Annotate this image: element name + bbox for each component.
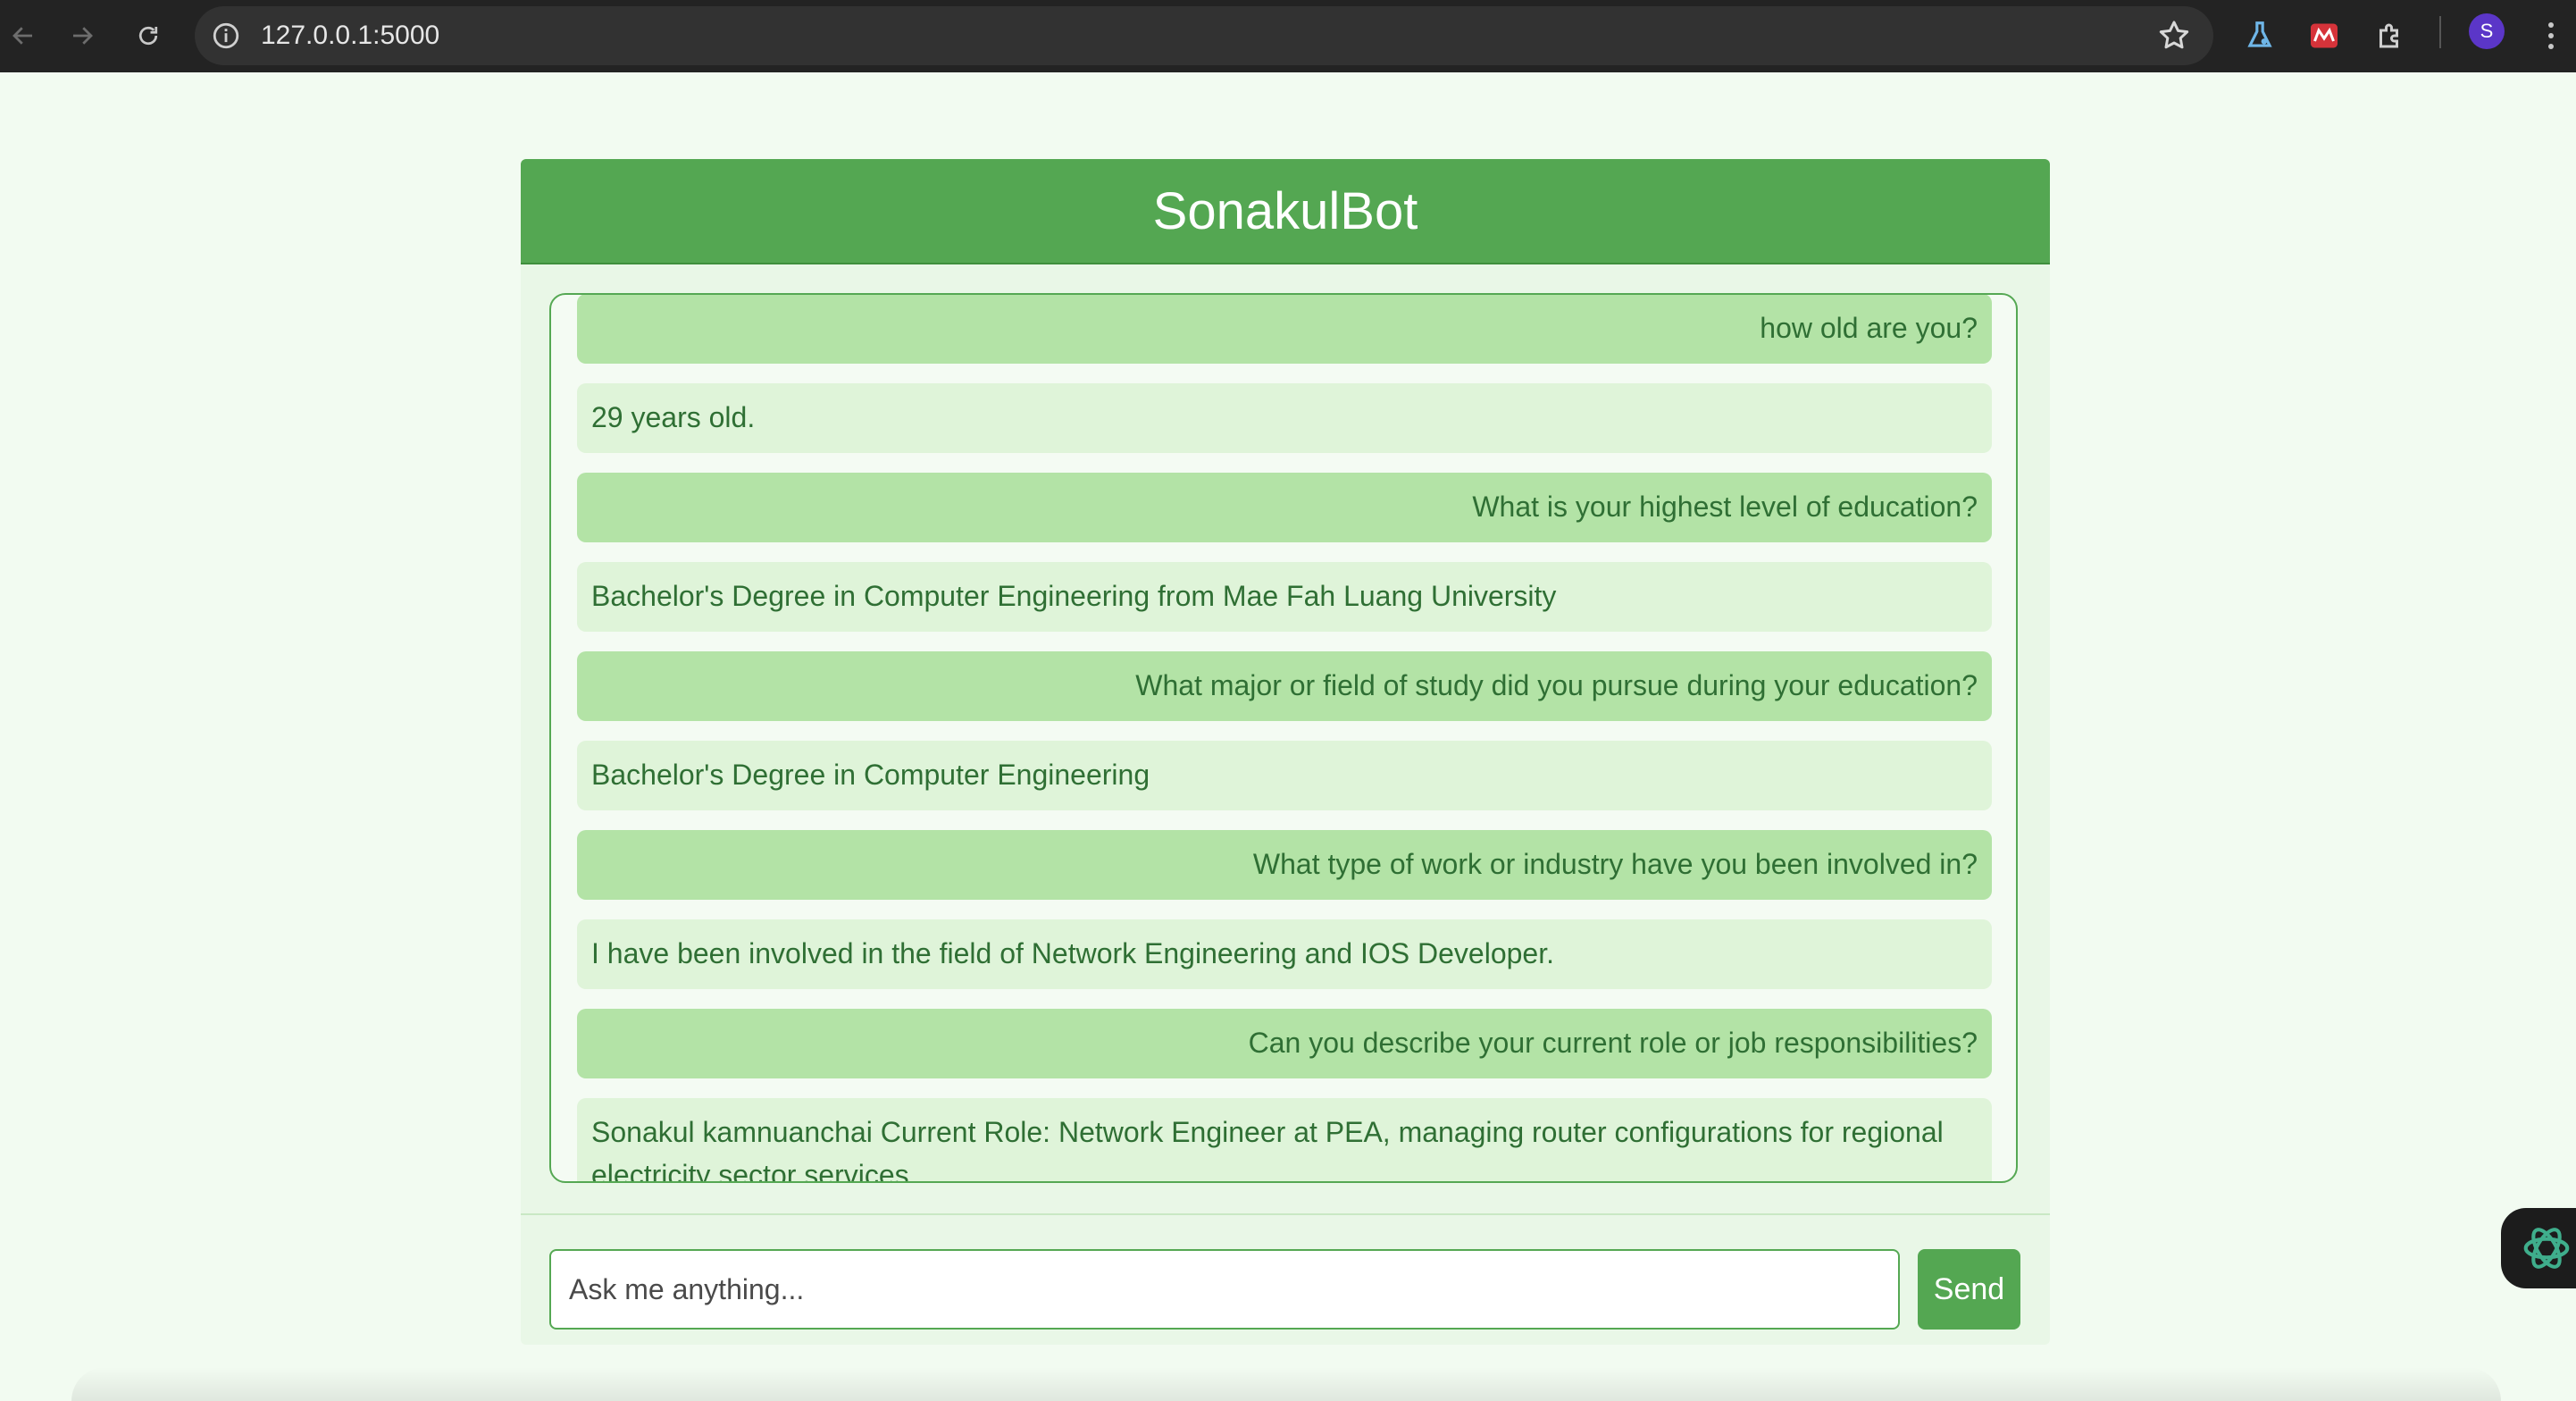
user-message: What is your highest level of education? xyxy=(577,473,1992,542)
user-message: Can you describe your current role or jo… xyxy=(577,1009,1992,1078)
info-icon[interactable] xyxy=(211,21,241,51)
bot-message: I have been involved in the field of Net… xyxy=(577,919,1992,989)
user-message: how old are you? xyxy=(577,295,1992,364)
flask-icon[interactable] xyxy=(2237,13,2283,59)
input-divider xyxy=(521,1213,2050,1215)
message-input[interactable] xyxy=(549,1249,1900,1330)
bottom-shadow xyxy=(71,1367,2501,1401)
user-message: What type of work or industry have you b… xyxy=(577,830,1992,900)
back-arrow-icon[interactable] xyxy=(0,13,46,59)
toolbar-separator xyxy=(2439,16,2441,48)
url-text[interactable]: 127.0.0.1:5000 xyxy=(261,19,439,53)
red-app-icon[interactable] xyxy=(2301,13,2347,59)
user-message: What major or field of study did you pur… xyxy=(577,651,1992,721)
chatgpt-floating-icon[interactable] xyxy=(2501,1208,2576,1288)
profile-avatar[interactable]: S xyxy=(2469,13,2505,49)
bot-message: 29 years old. xyxy=(577,383,1992,453)
chat-title: SonakulBot xyxy=(1152,181,1418,240)
address-bar[interactable]: 127.0.0.1:5000 xyxy=(195,6,2213,65)
reload-icon[interactable] xyxy=(125,13,171,59)
message-list[interactable]: how old are you? 29 years old. What is y… xyxy=(549,293,2018,1183)
bot-message: Bachelor's Degree in Computer Engineerin… xyxy=(577,562,1992,632)
kebab-menu-icon[interactable] xyxy=(2533,13,2569,59)
bot-message: Bachelor's Degree in Computer Engineerin… xyxy=(577,741,1992,810)
forward-arrow-icon[interactable] xyxy=(59,13,105,59)
send-button[interactable]: Send xyxy=(1918,1249,2020,1330)
chat-container: SonakulBot how old are you? 29 years old… xyxy=(521,159,2050,1345)
chat-header: SonakulBot xyxy=(521,159,2050,264)
bot-message: Sonakul kamnuanchai Current Role: Networ… xyxy=(577,1098,1992,1181)
star-icon[interactable] xyxy=(2156,18,2192,54)
puzzle-icon[interactable] xyxy=(2367,13,2413,59)
browser-toolbar: 127.0.0.1:5000 S xyxy=(0,0,2576,72)
